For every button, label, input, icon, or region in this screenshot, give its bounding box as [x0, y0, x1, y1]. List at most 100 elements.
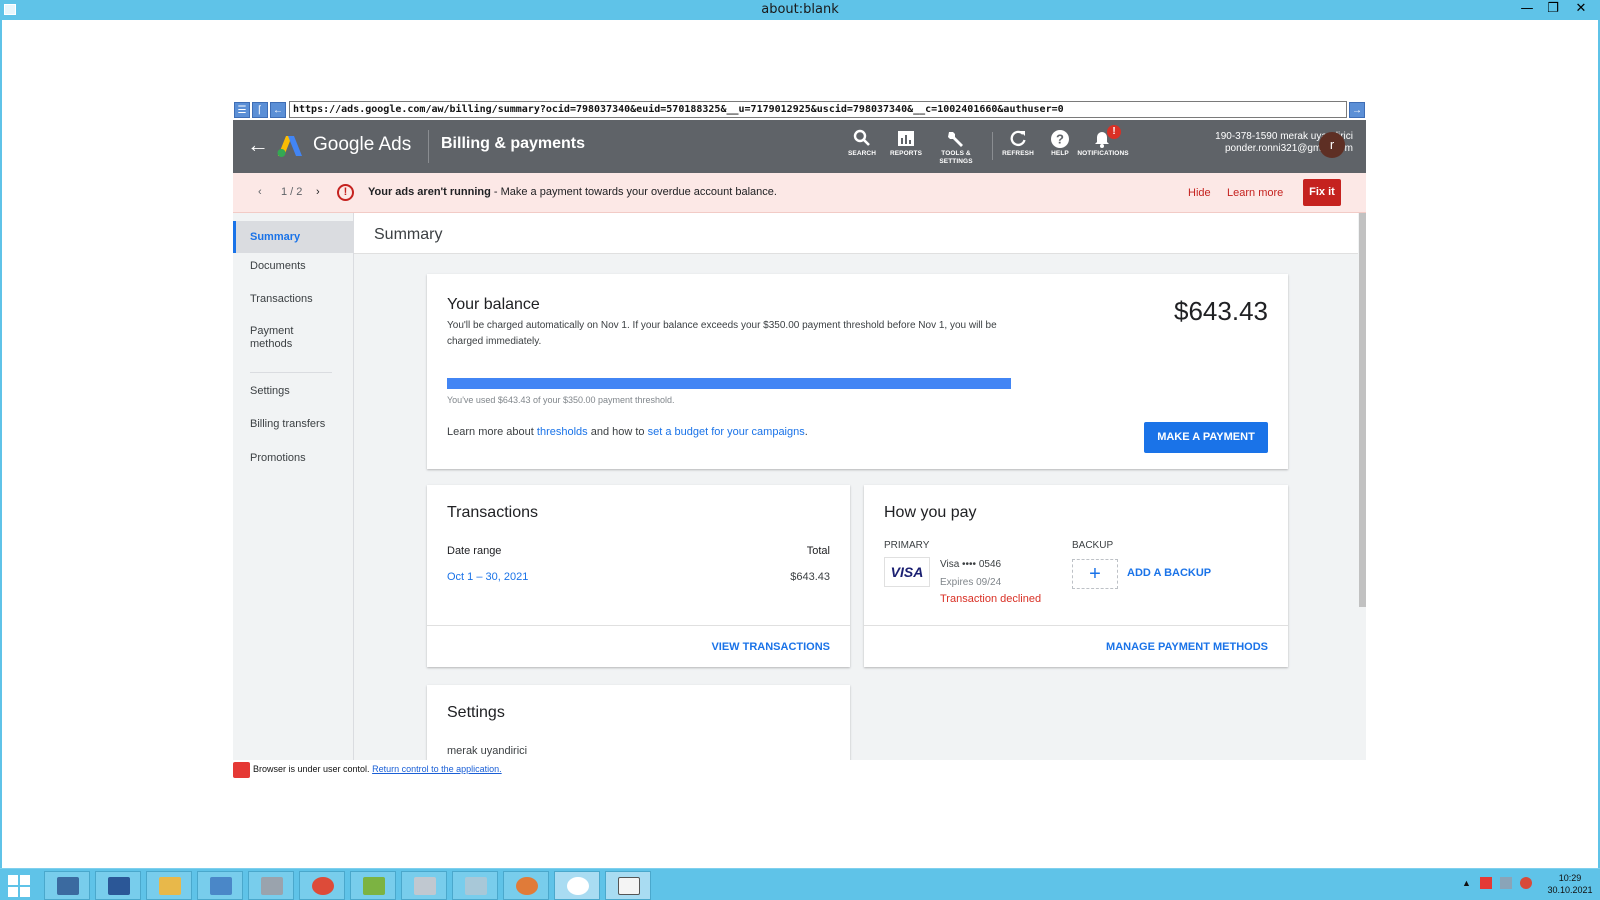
balance-amount: $643.43 — [1174, 296, 1268, 326]
taskbar-notes[interactable] — [452, 871, 498, 900]
sidebar-item-documents[interactable]: Documents — [233, 260, 353, 273]
avatar[interactable]: r — [1319, 132, 1345, 158]
notifications-tool-button[interactable]: NOTIFICATIONS ! — [1073, 125, 1133, 158]
taskbar-app-ball[interactable] — [503, 871, 549, 900]
alert-learn-more-link[interactable]: Learn more — [1227, 187, 1283, 199]
search-tool-label: SEARCH — [847, 150, 877, 157]
view-transactions-button[interactable]: VIEW TRANSACTIONS — [711, 641, 830, 653]
error-icon: ! — [337, 184, 354, 201]
transaction-declined: Transaction declined — [940, 593, 1042, 605]
make-payment-button[interactable]: MAKE A PAYMENT — [1144, 422, 1268, 453]
learn-more-line: Learn more about thresholds and how to s… — [447, 426, 808, 438]
manage-payment-methods-button[interactable]: MANAGE PAYMENT METHODS — [1106, 641, 1268, 653]
sidebar-item-payment-methods[interactable]: Payment methods — [233, 325, 313, 351]
next-alert-icon[interactable]: › — [316, 186, 320, 198]
wrench-icon — [948, 132, 963, 147]
printer-icon — [261, 877, 283, 895]
browser-status-text: Browser is under user contol. — [253, 764, 370, 774]
tray-flag-icon[interactable] — [1480, 877, 1492, 889]
clock-time: 10:29 — [1558, 873, 1582, 883]
sidebar-item-billing-transfers[interactable]: Billing transfers — [233, 418, 353, 431]
powershell-icon — [108, 877, 130, 895]
learn-suffix: . — [804, 426, 808, 438]
tools-settings-button[interactable]: TOOLS & SETTINGS — [931, 128, 981, 166]
billing-sidebar: Summary Documents Transactions Payment m… — [233, 213, 354, 760]
page-icon[interactable]: ⌈ — [252, 102, 268, 118]
reports-icon — [898, 131, 914, 146]
return-control-link[interactable]: Return control to the application. — [372, 764, 502, 774]
sidebar-item-summary[interactable]: Summary — [233, 221, 353, 253]
minimize-icon[interactable]: — — [1514, 0, 1540, 18]
go-icon[interactable]: → — [1349, 102, 1365, 118]
visa-card-icon: VISA — [884, 557, 930, 587]
tools-settings-label: TOOLS & — [941, 150, 971, 157]
date-range-header: Date range — [447, 545, 502, 557]
ads-header: ← Google Ads Billing & payments SEARCH R… — [233, 120, 1366, 173]
primary-label: PRIMARY — [884, 540, 930, 551]
settings-card: Settings merak uyandirici — [427, 685, 850, 760]
threshold-progress-track — [447, 378, 1011, 389]
refresh-icon — [1010, 130, 1026, 147]
tray-network-icon[interactable] — [1500, 877, 1512, 889]
prev-alert-icon[interactable]: ‹ — [258, 186, 262, 198]
sidebar-item-transactions[interactable]: Transactions — [233, 293, 353, 306]
add-backup-plus-icon[interactable]: + — [1072, 559, 1118, 589]
sidebar-item-promotions[interactable]: Promotions — [233, 452, 353, 465]
taskbar-chrome[interactable] — [299, 871, 345, 900]
google-ads-logo-icon — [277, 136, 302, 157]
hide-alert-button[interactable]: Hide — [1188, 187, 1211, 199]
back-arrow-icon[interactable]: ← — [247, 132, 269, 158]
scrollbar[interactable] — [1359, 213, 1366, 607]
thresholds-link[interactable]: thresholds — [537, 426, 588, 438]
how-you-pay-card: How you pay PRIMARY VISA Visa •••• 0546 … — [864, 485, 1288, 667]
threshold-progress-fill — [447, 378, 1011, 389]
folder-icon — [159, 877, 181, 895]
learn-mid: and how to — [587, 426, 648, 438]
tray-volume-icon[interactable] — [1520, 877, 1532, 889]
url-field[interactable]: https://ads.google.com/aw/billing/summar… — [289, 101, 1347, 118]
taskbar-powershell[interactable] — [95, 871, 141, 900]
taskbar-browser-window[interactable] — [605, 871, 651, 900]
page-title: Billing & payments — [441, 135, 586, 152]
svg-text:?: ? — [1056, 132, 1064, 147]
summary-header: Summary — [354, 213, 1358, 254]
total-header: Total — [806, 545, 830, 557]
backup-label: BACKUP — [1072, 540, 1114, 551]
system-clock[interactable]: 10:29 30.10.2021 — [1546, 872, 1594, 896]
taskbar-printer[interactable] — [248, 871, 294, 900]
add-backup-button[interactable]: ADD A BACKUP — [1127, 567, 1211, 579]
card-name: Visa •••• 0546 — [940, 559, 1002, 570]
settings-account-name: merak uyandirici — [447, 745, 528, 757]
taskbar-folder[interactable] — [146, 871, 192, 900]
notifications-tool-label: NOTIFICATIONS — [1077, 150, 1129, 157]
close-icon[interactable]: ✕ — [1568, 0, 1594, 18]
taskbar-google-ads[interactable] — [554, 871, 600, 900]
search-tool-button[interactable]: SEARCH — [837, 128, 887, 158]
windows-start-icon[interactable] — [8, 875, 30, 897]
fix-it-button[interactable]: Fix it — [1303, 179, 1341, 206]
restore-icon[interactable]: ❐ — [1540, 0, 1566, 18]
window-title: about:blank — [761, 2, 839, 17]
alert-bar: ‹ 1 / 2 › ! Your ads aren't running - Ma… — [233, 173, 1366, 213]
google-ads-taskbar-icon — [567, 877, 589, 895]
window-title-bar: about:blank — ❐ ✕ — [0, 0, 1600, 20]
back-nav-icon[interactable]: ← — [270, 102, 286, 118]
header-divider — [428, 130, 429, 163]
sidebar-item-settings[interactable]: Settings — [233, 385, 353, 398]
main-content: Summary Your balance You'll be charged a… — [354, 213, 1366, 760]
reports-tool-button[interactable]: REPORTS — [881, 128, 931, 158]
taskbar-remote-desktop[interactable] — [197, 871, 243, 900]
balance-description: You'll be charged automatically on Nov 1… — [447, 320, 997, 347]
help-icon: ? — [1051, 130, 1069, 148]
tray-expand-icon[interactable]: ▲ — [1462, 878, 1471, 888]
browser-status: Browser is under user contol. Return con… — [253, 764, 502, 774]
summary-title: Summary — [374, 226, 443, 243]
date-range-link[interactable]: Oct 1 – 30, 2021 — [447, 571, 528, 583]
menu-icon[interactable]: ☰ — [234, 102, 250, 118]
budget-link[interactable]: set a budget for your campaigns — [648, 426, 805, 438]
notification-badge: ! — [1107, 125, 1121, 139]
taskbar-image-viewer[interactable] — [401, 871, 447, 900]
taskbar-file-explorer-server[interactable] — [44, 871, 90, 900]
transactions-title: Transactions — [447, 504, 538, 521]
taskbar-chart-app[interactable] — [350, 871, 396, 900]
